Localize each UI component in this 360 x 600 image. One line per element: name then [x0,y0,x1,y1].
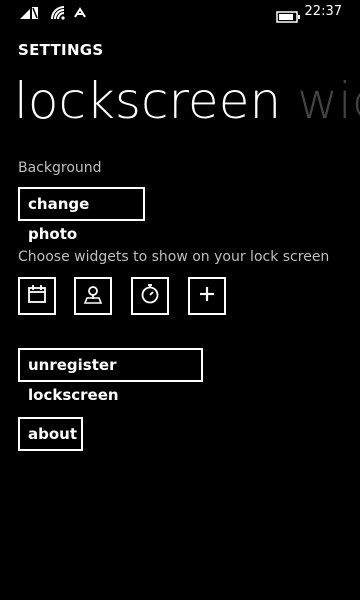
pivot-item-widgets[interactable]: wid [297,70,360,132]
about-button[interactable]: about [18,417,83,451]
widget-slot-add[interactable] [188,277,226,315]
sim-icon [18,5,40,25]
unregister-lockscreen-button[interactable]: unregister lockscreen [18,348,203,404]
alarm-icon [139,283,161,309]
app-title: SETTINGS [18,41,104,59]
background-label: Background [18,160,102,176]
wifi-icon [50,5,68,25]
status-bar: 22:37 [0,0,360,26]
add-icon [197,284,217,308]
data-sync-icon [72,5,88,25]
widget-slot-alarm[interactable] [131,277,169,315]
widget-slot-calendar[interactable] [18,277,56,315]
maps-icon [82,283,104,309]
widgets-label: Choose widgets to show on your lock scre… [18,249,330,265]
widget-slot-maps[interactable] [74,277,112,315]
pivot-item-lockscreen[interactable]: lockscreen [14,70,281,132]
calendar-icon [26,283,48,309]
battery-icon [276,8,302,27]
pivot-header-row: lockscreen wid [14,70,360,136]
change-photo-button[interactable]: change photo [18,187,145,243]
clock-time: 22:37 [304,4,342,19]
